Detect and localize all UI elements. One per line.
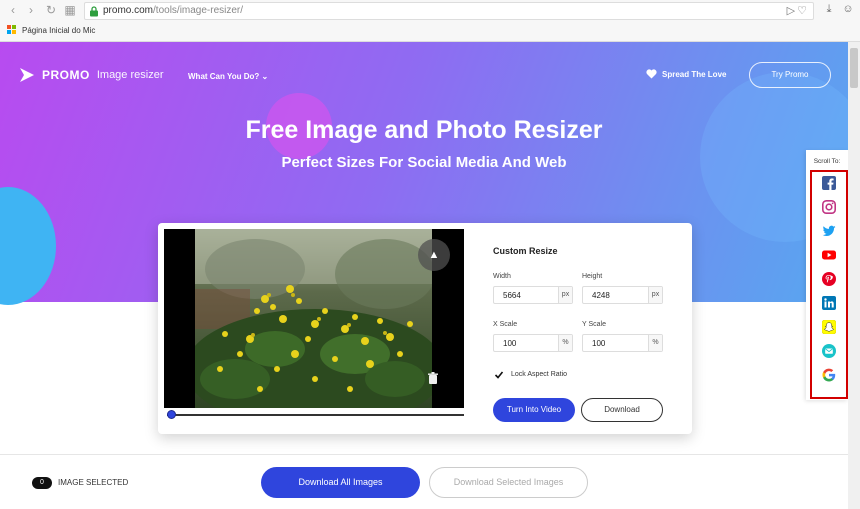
download-icon[interactable]: ⤓ (822, 3, 836, 17)
instagram-icon[interactable] (822, 200, 836, 214)
try-promo-button[interactable]: Try Promo (749, 62, 831, 88)
facebook-icon[interactable] (822, 176, 836, 190)
scroll-to-label: Scroll To: (813, 158, 841, 165)
page-subtitle: Perfect Sizes For Social Media And Web (281, 154, 567, 171)
height-unit: px (648, 287, 662, 303)
url-text: promo.com/tools/image-resizer/ (103, 5, 243, 16)
pinterest-icon[interactable] (822, 272, 836, 286)
height-field[interactable]: 4248 px (582, 286, 663, 304)
height-label: Height (582, 273, 603, 280)
heart-icon (646, 69, 657, 79)
bookmarks-bar: Página Inicial do Mic (0, 22, 860, 41)
yscale-unit: % (648, 335, 662, 351)
xscale-unit: % (558, 335, 572, 351)
scroll-to-bar: Scroll To: (806, 150, 848, 400)
selected-count-label: IMAGE SELECTED (58, 478, 129, 487)
selected-count-badge: 0 (32, 477, 52, 489)
reload-icon[interactable]: ↻ (44, 3, 58, 17)
heart-outline-icon[interactable]: ♡ (797, 5, 809, 17)
twitter-icon[interactable] (822, 224, 836, 238)
logo-subtitle: Image resizer (96, 69, 164, 81)
page: PROMO Image resizer What Can You Do? ⌄ S… (0, 42, 848, 509)
lock-aspect-checkbox[interactable] (494, 370, 504, 380)
bookmark-item[interactable]: Página Inicial do Mic (7, 25, 95, 35)
lock-icon (90, 6, 98, 17)
xscale-field[interactable]: 100 % (493, 334, 573, 352)
turn-into-video-button[interactable]: Turn Into Video (493, 398, 575, 422)
resize-editor-card: ▲ Custom Resize Width 5664 px Height 424… (158, 223, 692, 434)
xscale-value: 100 (503, 339, 517, 348)
height-value: 4248 (592, 291, 610, 300)
bookmark-label: Página Inicial do Mic (22, 25, 96, 35)
yscale-label: Y Scale (582, 321, 606, 328)
width-unit: px (558, 287, 572, 303)
account-icon[interactable]: ☺ (841, 3, 855, 17)
url-host: promo.com (103, 5, 154, 16)
width-value: 5664 (503, 291, 521, 300)
download-selected-button[interactable]: Download Selected Images (429, 467, 588, 498)
download-all-button[interactable]: Download All Images (261, 467, 420, 498)
yscale-value: 100 (592, 339, 606, 348)
custom-resize-title: Custom Resize (493, 246, 558, 256)
spread-the-love-link[interactable]: Spread The Love (646, 69, 726, 79)
send-icon[interactable]: ▷ (787, 5, 797, 17)
address-bar[interactable]: promo.com/tools/image-resizer/ ▷♡ (84, 2, 814, 20)
download-button[interactable]: Download (581, 398, 663, 422)
url-actions: ▷♡ (787, 4, 809, 17)
image-slider-track[interactable] (167, 414, 464, 416)
logo-text: PROMO (42, 68, 90, 82)
nav-link-label: What Can You Do? (188, 72, 260, 81)
lock-aspect-label[interactable]: Lock Aspect Ratio (511, 371, 567, 378)
promo-logo-icon (20, 68, 34, 82)
email-icon[interactable] (822, 344, 836, 358)
width-label: Width (493, 273, 511, 280)
what-can-you-do-menu[interactable]: What Can You Do? ⌄ (188, 72, 268, 81)
xscale-label: X Scale (493, 321, 518, 328)
forward-icon[interactable]: › (24, 3, 38, 17)
flip-icon: ▲ (428, 249, 440, 261)
bottom-action-bar: 0 IMAGE SELECTED Download All Images Dow… (0, 454, 848, 509)
spread-label: Spread The Love (662, 69, 727, 79)
microsoft-icon (7, 25, 17, 35)
browser-toolbar: ‹ › ↻ ▦ promo.com/tools/image-resizer/ ▷… (0, 0, 860, 22)
youtube-icon[interactable] (822, 248, 836, 262)
yscale-field[interactable]: 100 % (582, 334, 663, 352)
tabs-grid-icon[interactable]: ▦ (63, 3, 77, 17)
page-scrollbar[interactable] (848, 42, 860, 509)
image-slider-handle[interactable] (167, 410, 176, 419)
google-icon[interactable] (822, 368, 836, 382)
promo-logo[interactable]: PROMO Image resizer (18, 66, 163, 84)
browser-chrome: ‹ › ↻ ▦ promo.com/tools/image-resizer/ ▷… (0, 0, 860, 42)
trash-icon[interactable] (426, 371, 440, 385)
flip-button[interactable]: ▲ (418, 239, 450, 271)
image-preview: ▲ (164, 229, 464, 408)
social-icons-highlight (810, 170, 848, 399)
page-title: Free Image and Photo Resizer (245, 116, 603, 144)
flower-photo (195, 229, 432, 408)
snapchat-icon[interactable] (822, 320, 836, 334)
scrollbar-thumb[interactable] (850, 48, 858, 88)
linkedin-icon[interactable] (822, 296, 836, 310)
width-field[interactable]: 5664 px (493, 286, 573, 304)
back-icon[interactable]: ‹ (6, 3, 20, 17)
chevron-down-icon: ⌄ (261, 72, 269, 81)
url-path: /tools/image-resizer/ (153, 5, 244, 16)
decor-circle (0, 187, 56, 305)
